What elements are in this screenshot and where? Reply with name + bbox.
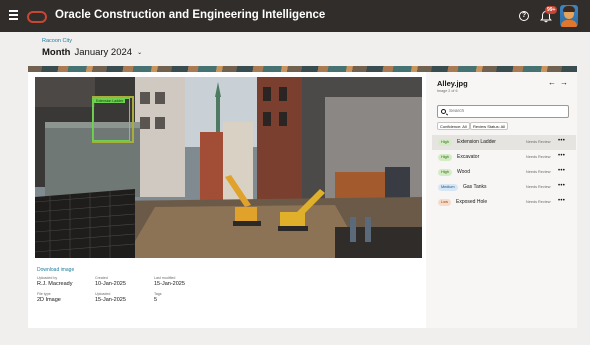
meta-file-type: 2D Image: [37, 297, 61, 303]
image-position: Image 2 of 6: [437, 89, 458, 93]
annotation-label: Extension Ladder: [94, 99, 126, 103]
search-icon: [441, 109, 446, 114]
period-label: Month: [42, 47, 71, 58]
meta-created: 10-Jan-2025: [95, 281, 126, 287]
avatar[interactable]: [560, 5, 578, 27]
more-icon[interactable]: •••: [558, 153, 565, 159]
detection-label: Excavator: [457, 154, 480, 160]
review-status: Needs Review: [526, 185, 551, 189]
detection-label: Exposed Hole: [456, 199, 488, 205]
review-status: Needs Review: [526, 140, 551, 144]
more-icon[interactable]: •••: [558, 198, 565, 204]
period-value: January 2024: [74, 47, 133, 58]
annotation-bounding-box[interactable]: [92, 98, 130, 141]
app-title: Oracle Construction and Engineering Inte…: [55, 9, 326, 21]
meta-uploaded-by-label: Uploaded by: [37, 276, 58, 280]
confidence-badge: Low: [438, 199, 451, 206]
arrow-left-icon[interactable]: ←: [548, 78, 556, 87]
more-icon[interactable]: •••: [558, 168, 565, 174]
download-image-link[interactable]: Download image: [37, 267, 74, 273]
search-input[interactable]: [449, 107, 567, 116]
image-file-name: Alley.jpg: [437, 79, 468, 88]
meta-file-type-label: File type: [37, 292, 51, 296]
list-item[interactable]: Medium Gas Tanks Needs Review •••: [432, 180, 576, 195]
breadcrumb-project[interactable]: Racoon City: [42, 38, 72, 44]
notification-badge: 99+: [545, 6, 558, 14]
meta-created-label: Created: [95, 276, 108, 280]
oracle-logo[interactable]: [27, 11, 47, 23]
chevron-down-icon: ⌄: [137, 50, 143, 56]
meta-uploaded-by: R.J. Macready: [37, 281, 73, 287]
help-icon[interactable]: ?: [519, 11, 529, 21]
detection-label: Wood: [457, 169, 470, 175]
confidence-badge: Medium: [438, 184, 458, 191]
list-item[interactable]: High Wood Needs Review •••: [432, 165, 576, 180]
more-icon[interactable]: •••: [558, 183, 565, 189]
filter-confidence[interactable]: Confidence: All: [437, 122, 470, 130]
list-item[interactable]: High Excavator Needs Review •••: [432, 150, 576, 165]
meta-uploaded: 15-Jan-2025: [95, 297, 126, 303]
list-item[interactable]: High Extension Ladder Needs Review •••: [432, 135, 576, 150]
filter-review-status[interactable]: Review Status: All: [470, 122, 509, 130]
review-status: Needs Review: [526, 155, 551, 159]
meta-tags-label: Tags: [154, 292, 162, 296]
more-icon[interactable]: •••: [558, 138, 565, 144]
meta-last-modified-label: Last modified: [154, 276, 176, 280]
confidence-badge: High: [438, 169, 452, 176]
meta-last-modified: 15-Jan-2025: [154, 281, 185, 287]
meta-tags: 5: [154, 297, 158, 303]
meta-uploaded-label: Uploaded: [95, 292, 111, 296]
arrow-right-icon[interactable]: →: [560, 78, 568, 87]
review-status: Needs Review: [526, 200, 551, 204]
list-item[interactable]: Low Exposed Hole Needs Review •••: [432, 195, 576, 210]
confidence-badge: High: [438, 154, 452, 161]
period-selector[interactable]: Month January 2024 ⌄: [42, 47, 142, 58]
detection-label: Extension Ladder: [457, 139, 496, 145]
review-status: Needs Review: [526, 170, 551, 174]
hamburger-icon[interactable]: [9, 10, 19, 22]
confidence-badge: High: [438, 139, 452, 146]
detection-label: Gas Tanks: [463, 184, 487, 190]
